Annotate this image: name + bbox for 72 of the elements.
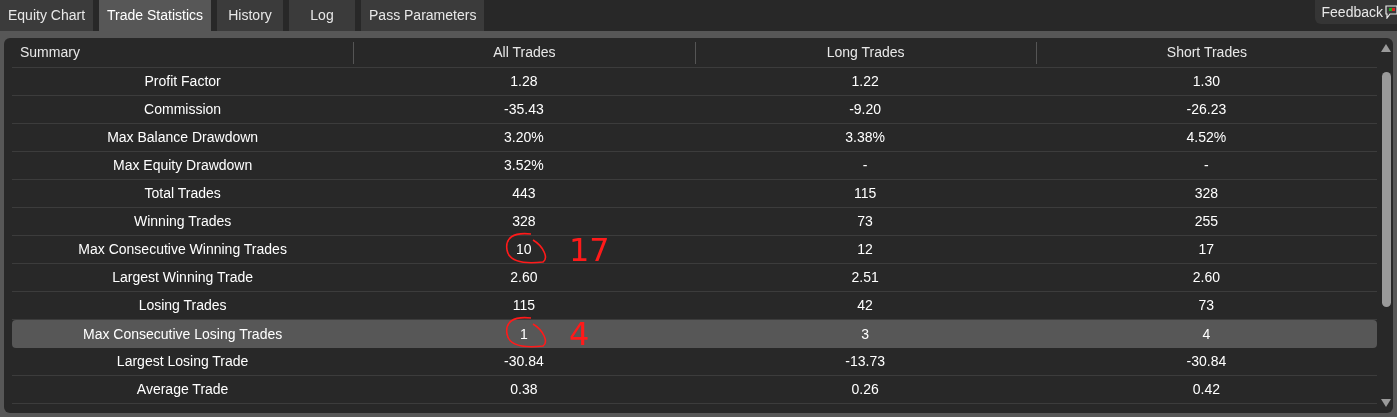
table-cell-text: Winning Trades [134,212,232,231]
table-row[interactable]: Commission -35.43 -9.20 -26.23 [12,96,1377,124]
table-cell-text: Largest Losing Trade [116,352,249,371]
table-cell-text: 4 [1202,324,1211,344]
table-cell-text: Commission [144,100,222,119]
table-cell-text: - [862,156,868,175]
column-header[interactable]: Long Trades [826,42,905,63]
handwritten-note: 4 [568,318,590,350]
table-cell-text: 0.42 [1192,380,1220,399]
table-row[interactable]: Max Balance Drawdown 3.20% 3.38% 4.52% [12,124,1377,152]
tab[interactable]: Trade Statistics [99,0,211,31]
table-cell-text: 2.60 [1192,268,1220,287]
table-cell-text: Average Trade [136,380,229,399]
table-cell-text: 328 [512,212,536,231]
table-cell-text: 10 [516,240,532,259]
table-row[interactable]: Largest Winning Trade 2.60 2.51 2.60 [12,264,1377,292]
table-cell-text: 73 [857,212,873,231]
table-cell-text: -30.84 [1186,352,1227,371]
table-cell-text: 3.20% [504,128,544,147]
table-cell-text: 115 [853,184,877,203]
table-row[interactable]: Max Equity Drawdown 3.52% - - [12,152,1377,180]
handwritten-note: 17 [568,234,610,266]
table-cell-text: -30.84 [504,352,544,371]
table-cell-text: 3.38% [845,128,885,147]
table-cell-text: Total Trades [144,184,221,203]
tab[interactable]: History [217,0,283,31]
table-cell-text: Largest Winning Trade [112,268,254,287]
tab[interactable]: Log [289,0,355,31]
table-row[interactable]: Winning Trades 328 73 255 [12,208,1377,236]
table-cell-text: -9.20 [849,100,882,119]
table-cell-text: 115 [512,296,536,315]
table-cell-text: 4.52% [1186,128,1227,147]
table-cell-text: 42 [857,296,873,315]
table-cell-text: 1.28 [510,72,538,91]
table-cell-text: Losing Trades [138,296,227,315]
table-cell-text: 12 [857,240,873,259]
table-cell-text: Max Balance Drawdown [107,128,259,147]
table-cell-text: 1.22 [851,72,879,91]
tab[interactable]: Pass Parameters [361,0,485,31]
table-cell-text: 3 [861,324,869,344]
table-cell-text: 0.38 [510,380,538,399]
table-cell-text: Profit Factor [144,72,221,91]
column-header[interactable]: Summary [20,42,80,63]
table-row[interactable]: Total Trades 443 115 328 [12,180,1377,208]
chat-icon [1385,5,1397,19]
table-cell-text: -26.23 [1186,100,1227,119]
table-cell-text: -35.43 [504,100,544,119]
table-cell-text: 0.26 [851,380,879,399]
table-cell-text: - [1204,156,1209,175]
table-cell-text: 1.30 [1192,72,1220,91]
table-cell-text: 255 [1194,212,1219,231]
table-cell-text: 443 [512,184,536,203]
table-cell-text: Max Consecutive Winning Trades [78,240,287,259]
table-row[interactable]: Profit Factor 1.28 1.22 1.30 [12,68,1377,96]
table-cell-text: 73 [1198,296,1215,315]
table-cell-text: 17 [1198,240,1215,259]
table-cell-text: -13.73 [845,352,885,371]
table-cell-text: 1 [519,324,528,344]
table-row[interactable]: Largest Losing Trade -30.84 -13.73 -30.84 [12,348,1377,376]
table-cell-text: Max Equity Drawdown [113,156,253,175]
column-header[interactable]: All Trades [493,42,556,63]
scroll-down-icon [1381,399,1391,407]
table-cell-text: Max Consecutive Losing Trades [83,324,283,344]
tab[interactable]: Equity Chart [0,0,94,31]
feedback-button[interactable]: Feedback [1314,0,1397,24]
table-cell-text: 2.60 [510,268,538,287]
table-row[interactable]: Average Trade 0.38 0.26 0.42 [12,376,1377,404]
column-header[interactable]: Short Trades [1166,42,1247,63]
table-cell-text: 3.52% [504,156,544,175]
table-cell-text: 328 [1194,184,1219,203]
table-cell-text: 2.51 [851,268,879,287]
scroll-up-icon [1381,44,1391,52]
